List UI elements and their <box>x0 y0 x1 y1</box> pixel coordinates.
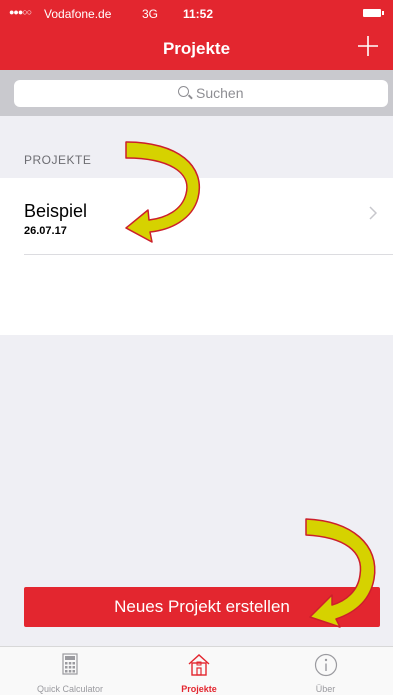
house-icon <box>188 654 210 676</box>
search-bar: Suchen <box>0 70 393 116</box>
search-icon <box>178 86 189 97</box>
new-project-button[interactable]: Neues Projekt erstellen <box>24 587 380 627</box>
project-name: Beispiel <box>24 201 88 221</box>
signal-strength-icon: ●●●○○ <box>9 7 32 17</box>
tab-uber[interactable]: Über <box>258 647 393 695</box>
chevron-right-icon <box>369 206 377 220</box>
tab-bar: Quick Calculator Projekte Über <box>0 646 393 695</box>
section-header: PROJEKTE <box>24 153 92 167</box>
status-bar: ●●●○○ Vodafone.de 3G 11:52 <box>0 0 393 26</box>
navigation-bar: Projekte <box>0 26 393 70</box>
page-title: Projekte <box>162 39 231 58</box>
calculator-icon <box>62 653 78 675</box>
tab-projekte[interactable]: Projekte <box>140 647 258 695</box>
network-type: 3G <box>142 7 159 21</box>
tab-label: Projekte <box>181 684 217 694</box>
carrier-name: Vodafone.de <box>44 7 112 21</box>
search-input[interactable]: Suchen <box>14 80 388 107</box>
divider <box>24 254 393 255</box>
tab-label: Quick Calculator <box>36 684 104 694</box>
battery-icon <box>363 9 384 17</box>
plus-icon <box>358 36 378 56</box>
info-icon <box>314 653 337 677</box>
tab-label: Über <box>315 684 336 694</box>
search-placeholder: Suchen <box>196 85 244 101</box>
project-date: 26.07.17 <box>24 225 67 237</box>
tab-quick-calculator[interactable]: Quick Calculator <box>0 647 140 695</box>
status-time: 11:52 <box>183 7 214 21</box>
list-item[interactable]: Beispiel 26.07.17 <box>0 178 393 254</box>
add-project-button[interactable] <box>355 32 381 60</box>
